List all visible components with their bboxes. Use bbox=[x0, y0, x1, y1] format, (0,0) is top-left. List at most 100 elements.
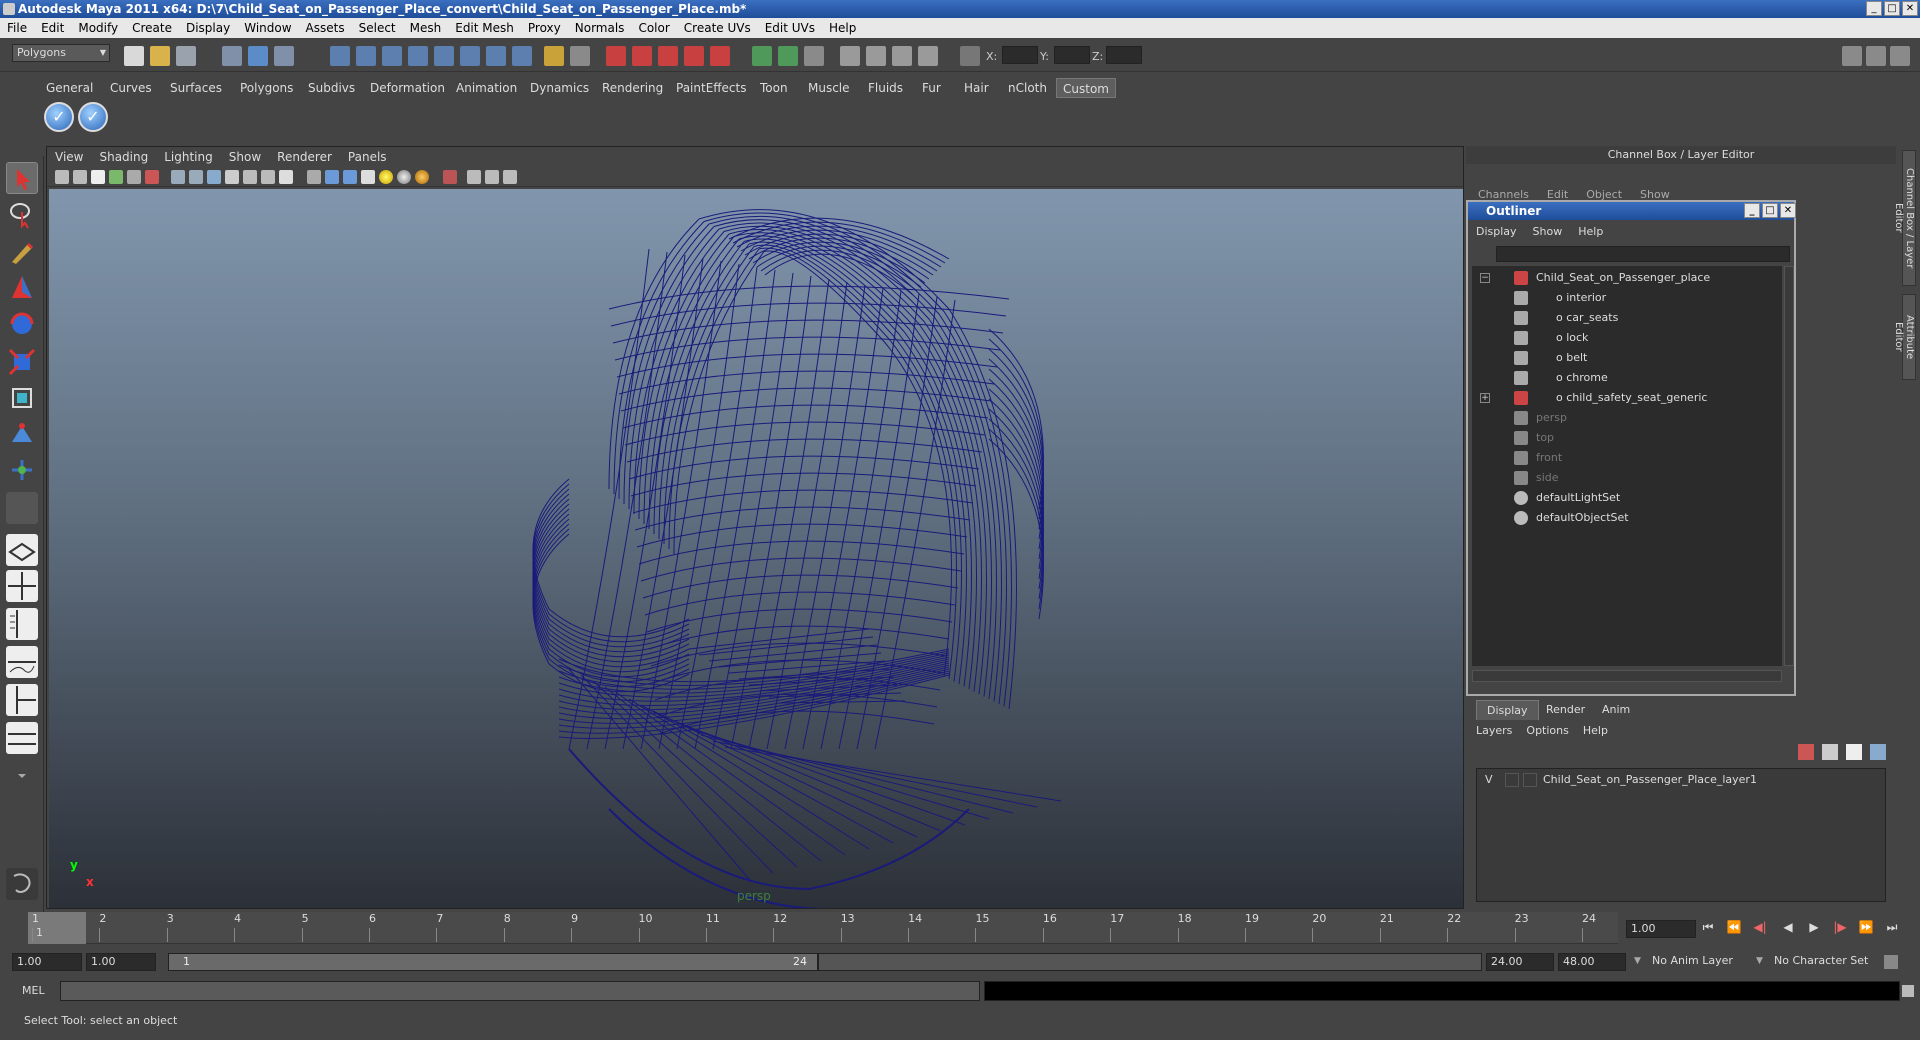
outliner-item[interactable]: front bbox=[1472, 448, 1782, 468]
play-backwards-icon[interactable]: ◀ bbox=[1780, 920, 1796, 936]
outliner-minimize-button[interactable]: _ bbox=[1744, 203, 1760, 218]
collapse-icon[interactable]: − bbox=[1480, 273, 1490, 283]
viewport-canvas[interactable]: y x persp bbox=[49, 189, 1463, 908]
outliner-item[interactable]: persp bbox=[1472, 408, 1782, 428]
character-set-chevron-icon[interactable]: ▼ bbox=[1756, 956, 1763, 966]
menu-window[interactable]: Window bbox=[237, 18, 298, 38]
menu-normals[interactable]: Normals bbox=[568, 18, 632, 38]
maximize-button[interactable]: □ bbox=[1884, 1, 1900, 16]
four-view-layout-icon[interactable] bbox=[6, 570, 38, 602]
layer-tab-anim[interactable]: Anim bbox=[1592, 700, 1640, 720]
outliner-item[interactable]: o interior bbox=[1472, 288, 1782, 308]
outliner-vertical-scrollbar[interactable] bbox=[1784, 266, 1794, 666]
isolate-select-icon[interactable] bbox=[443, 170, 457, 184]
viewport-menu-renderer[interactable]: Renderer bbox=[269, 147, 340, 167]
mask-misc-icon[interactable] bbox=[512, 46, 532, 66]
menu-proxy[interactable]: Proxy bbox=[521, 18, 568, 38]
construction-history-icon[interactable] bbox=[804, 46, 824, 66]
outliner-item[interactable]: defaultObjectSet bbox=[1472, 508, 1782, 528]
toggle-channel-box-icon[interactable] bbox=[1890, 46, 1910, 66]
shadows-icon[interactable] bbox=[415, 170, 429, 184]
film-gate-icon[interactable] bbox=[189, 170, 203, 184]
layer-color-swatch[interactable] bbox=[1523, 773, 1537, 787]
save-scene-icon[interactable] bbox=[176, 46, 196, 66]
outliner-item[interactable]: o lock bbox=[1472, 328, 1782, 348]
universal-manipulator-icon[interactable] bbox=[6, 382, 38, 414]
shelf-tab-general[interactable]: General bbox=[40, 78, 99, 98]
lasso-tool-icon[interactable] bbox=[6, 198, 38, 230]
side-tab-attribute-editor[interactable]: Attribute Editor bbox=[1893, 294, 1916, 380]
script-editor-icon[interactable] bbox=[6, 868, 38, 900]
menu-edit[interactable]: Edit bbox=[34, 18, 71, 38]
grid-toggle-icon[interactable] bbox=[171, 170, 185, 184]
range-slider-bar[interactable]: 1 24 bbox=[168, 953, 818, 971]
range-slider-track[interactable] bbox=[818, 953, 1482, 971]
outliner-item[interactable]: − Child_Seat_on_Passenger_place bbox=[1472, 268, 1782, 288]
mask-joints-icon[interactable] bbox=[356, 46, 376, 66]
anim-layer-chevron-icon[interactable]: ▼ bbox=[1634, 956, 1641, 966]
select-object-icon[interactable] bbox=[248, 46, 268, 66]
shelf-tab-fur[interactable]: Fur bbox=[916, 78, 947, 98]
snap-grid-icon[interactable] bbox=[606, 46, 626, 66]
viewport-menu-show[interactable]: Show bbox=[221, 147, 269, 167]
move-tool-icon[interactable] bbox=[6, 272, 38, 304]
render-current-frame-icon[interactable] bbox=[840, 46, 860, 66]
field-chart-icon[interactable] bbox=[243, 170, 257, 184]
share-icon[interactable] bbox=[503, 170, 517, 184]
menu-create[interactable]: Create bbox=[125, 18, 179, 38]
custom-shelf-button-1[interactable]: ✓ bbox=[44, 102, 74, 132]
step-forward-frame-icon[interactable]: |▶ bbox=[1832, 920, 1848, 936]
input-ops-icon[interactable] bbox=[752, 46, 772, 66]
safe-title-icon[interactable] bbox=[279, 170, 293, 184]
bookmark-icon[interactable] bbox=[91, 170, 105, 184]
snap-point-icon[interactable] bbox=[658, 46, 678, 66]
image-plane-icon[interactable] bbox=[109, 170, 123, 184]
show-manipulator-icon[interactable] bbox=[6, 454, 38, 486]
outliner-menu-display[interactable]: Display bbox=[1468, 222, 1525, 242]
layer-move-up-icon[interactable] bbox=[1798, 744, 1814, 760]
last-tool-icon[interactable] bbox=[6, 492, 38, 524]
shelf-tab-curves[interactable]: Curves bbox=[104, 78, 158, 98]
select-component-icon[interactable] bbox=[274, 46, 294, 66]
lock-selection-icon[interactable] bbox=[544, 46, 564, 66]
transform-input-icon[interactable] bbox=[960, 46, 980, 66]
close-button[interactable]: ✕ bbox=[1902, 1, 1918, 16]
layer-menu-help[interactable]: Help bbox=[1583, 724, 1608, 737]
layer-menu-options[interactable]: Options bbox=[1526, 724, 1568, 737]
layer-tab-display[interactable]: Display bbox=[1476, 700, 1539, 720]
outliner-item[interactable]: o belt bbox=[1472, 348, 1782, 368]
mask-curves-icon[interactable] bbox=[382, 46, 402, 66]
custom-shelf-button-2[interactable]: ✓ bbox=[78, 102, 108, 132]
outliner-item[interactable]: side bbox=[1472, 468, 1782, 488]
animation-start-field[interactable]: 1.00 bbox=[12, 953, 82, 971]
shelf-tab-animation[interactable]: Animation bbox=[450, 78, 523, 98]
playback-end-field[interactable]: 24.00 bbox=[1486, 953, 1554, 971]
go-to-start-icon[interactable]: ⏮ bbox=[1700, 920, 1716, 936]
mask-rendering-icon[interactable] bbox=[486, 46, 506, 66]
outliner-item[interactable]: o chrome bbox=[1472, 368, 1782, 388]
layer-type-toggle[interactable] bbox=[1505, 773, 1519, 787]
hypershade-persp-layout-icon[interactable] bbox=[6, 684, 38, 716]
new-layer-icon[interactable] bbox=[1846, 744, 1862, 760]
anim-layer-dropdown[interactable]: No Anim Layer bbox=[1648, 953, 1748, 971]
step-back-frame-icon[interactable]: ◀| bbox=[1752, 920, 1768, 936]
step-back-key-icon[interactable]: ⏪ bbox=[1726, 920, 1742, 936]
persp-graph-layout-icon[interactable] bbox=[6, 646, 38, 678]
viewport-menu-shading[interactable]: Shading bbox=[91, 147, 156, 167]
two-d-pan-zoom-icon[interactable] bbox=[127, 170, 141, 184]
resolution-gate-icon[interactable] bbox=[207, 170, 221, 184]
xray-icon[interactable] bbox=[467, 170, 481, 184]
new-layer-from-selection-icon[interactable] bbox=[1870, 744, 1886, 760]
shelf-tab-muscle[interactable]: Muscle bbox=[802, 78, 856, 98]
menu-modify[interactable]: Modify bbox=[71, 18, 125, 38]
shelf-tab-custom[interactable]: Custom bbox=[1056, 78, 1116, 98]
menu-file[interactable]: File bbox=[0, 18, 34, 38]
playback-start-field[interactable]: 1.00 bbox=[86, 953, 156, 971]
open-scene-icon[interactable] bbox=[150, 46, 170, 66]
outliner-item[interactable]: top bbox=[1472, 428, 1782, 448]
render-settings-icon[interactable] bbox=[892, 46, 912, 66]
mask-handles-icon[interactable] bbox=[330, 46, 350, 66]
select-camera-icon[interactable] bbox=[55, 170, 69, 184]
gate-mask-icon[interactable] bbox=[225, 170, 239, 184]
ipr-render-icon[interactable] bbox=[866, 46, 886, 66]
